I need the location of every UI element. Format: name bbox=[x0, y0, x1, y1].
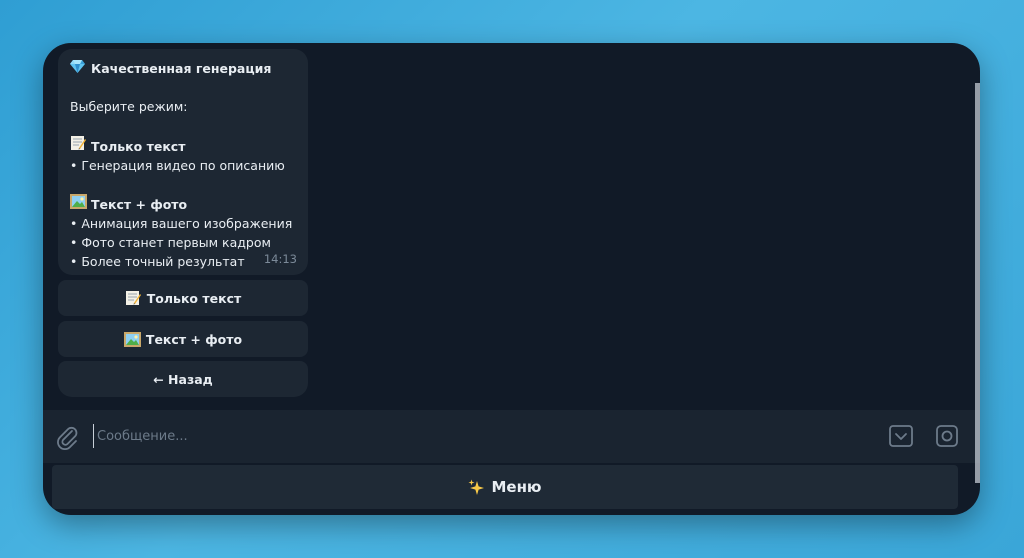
message-title-line: Качественная генерация bbox=[70, 59, 296, 78]
option-photo-title: Текст + фото bbox=[91, 197, 188, 212]
option-photo-line: • Более точный результат bbox=[70, 254, 245, 269]
option-photo-title-line: Текст + фото bbox=[70, 194, 296, 214]
option-text-title: Только текст bbox=[91, 139, 186, 154]
option-text-desc: • Генерация видео по описанию bbox=[70, 158, 285, 173]
option-photo-line: • Фото станет первым кадром bbox=[70, 235, 271, 250]
text-photo-button[interactable]: Текст + фото bbox=[58, 321, 308, 357]
option-photo-line: • Анимация вашего изображения bbox=[70, 216, 293, 231]
chat-window: Качественная генерация Выберите режим: Т… bbox=[43, 43, 980, 515]
message-prompt: Выберите режим: bbox=[70, 99, 188, 114]
message-input[interactable] bbox=[93, 424, 879, 448]
option-text-title-line: Только текст bbox=[70, 135, 296, 156]
message-input-bar bbox=[43, 410, 980, 463]
back-button[interactable]: ← Назад bbox=[58, 361, 308, 397]
message-title: Качественная генерация bbox=[91, 61, 272, 76]
message-timestamp: 14:13 bbox=[263, 252, 297, 266]
bot-message-bubble: Качественная генерация Выберите режим: Т… bbox=[58, 49, 308, 275]
sparkles-icon bbox=[468, 479, 485, 496]
back-button-label: ← Назад bbox=[153, 371, 213, 387]
paperclip-icon[interactable] bbox=[53, 423, 81, 451]
picture-icon bbox=[123, 331, 141, 347]
memo-icon bbox=[125, 290, 142, 306]
camera-icon[interactable] bbox=[934, 423, 960, 449]
menu-button-label: Меню bbox=[491, 478, 542, 496]
text-only-button[interactable]: Только текст bbox=[58, 280, 308, 316]
menu-button[interactable]: Меню bbox=[52, 465, 958, 509]
text-photo-button-label: Текст + фото bbox=[145, 331, 243, 347]
gem-icon bbox=[70, 59, 87, 73]
picture-icon bbox=[70, 194, 87, 209]
bot-keyboard-toggle-icon[interactable] bbox=[888, 423, 914, 449]
text-only-button-label: Только текст bbox=[146, 290, 242, 306]
memo-icon bbox=[70, 135, 87, 151]
